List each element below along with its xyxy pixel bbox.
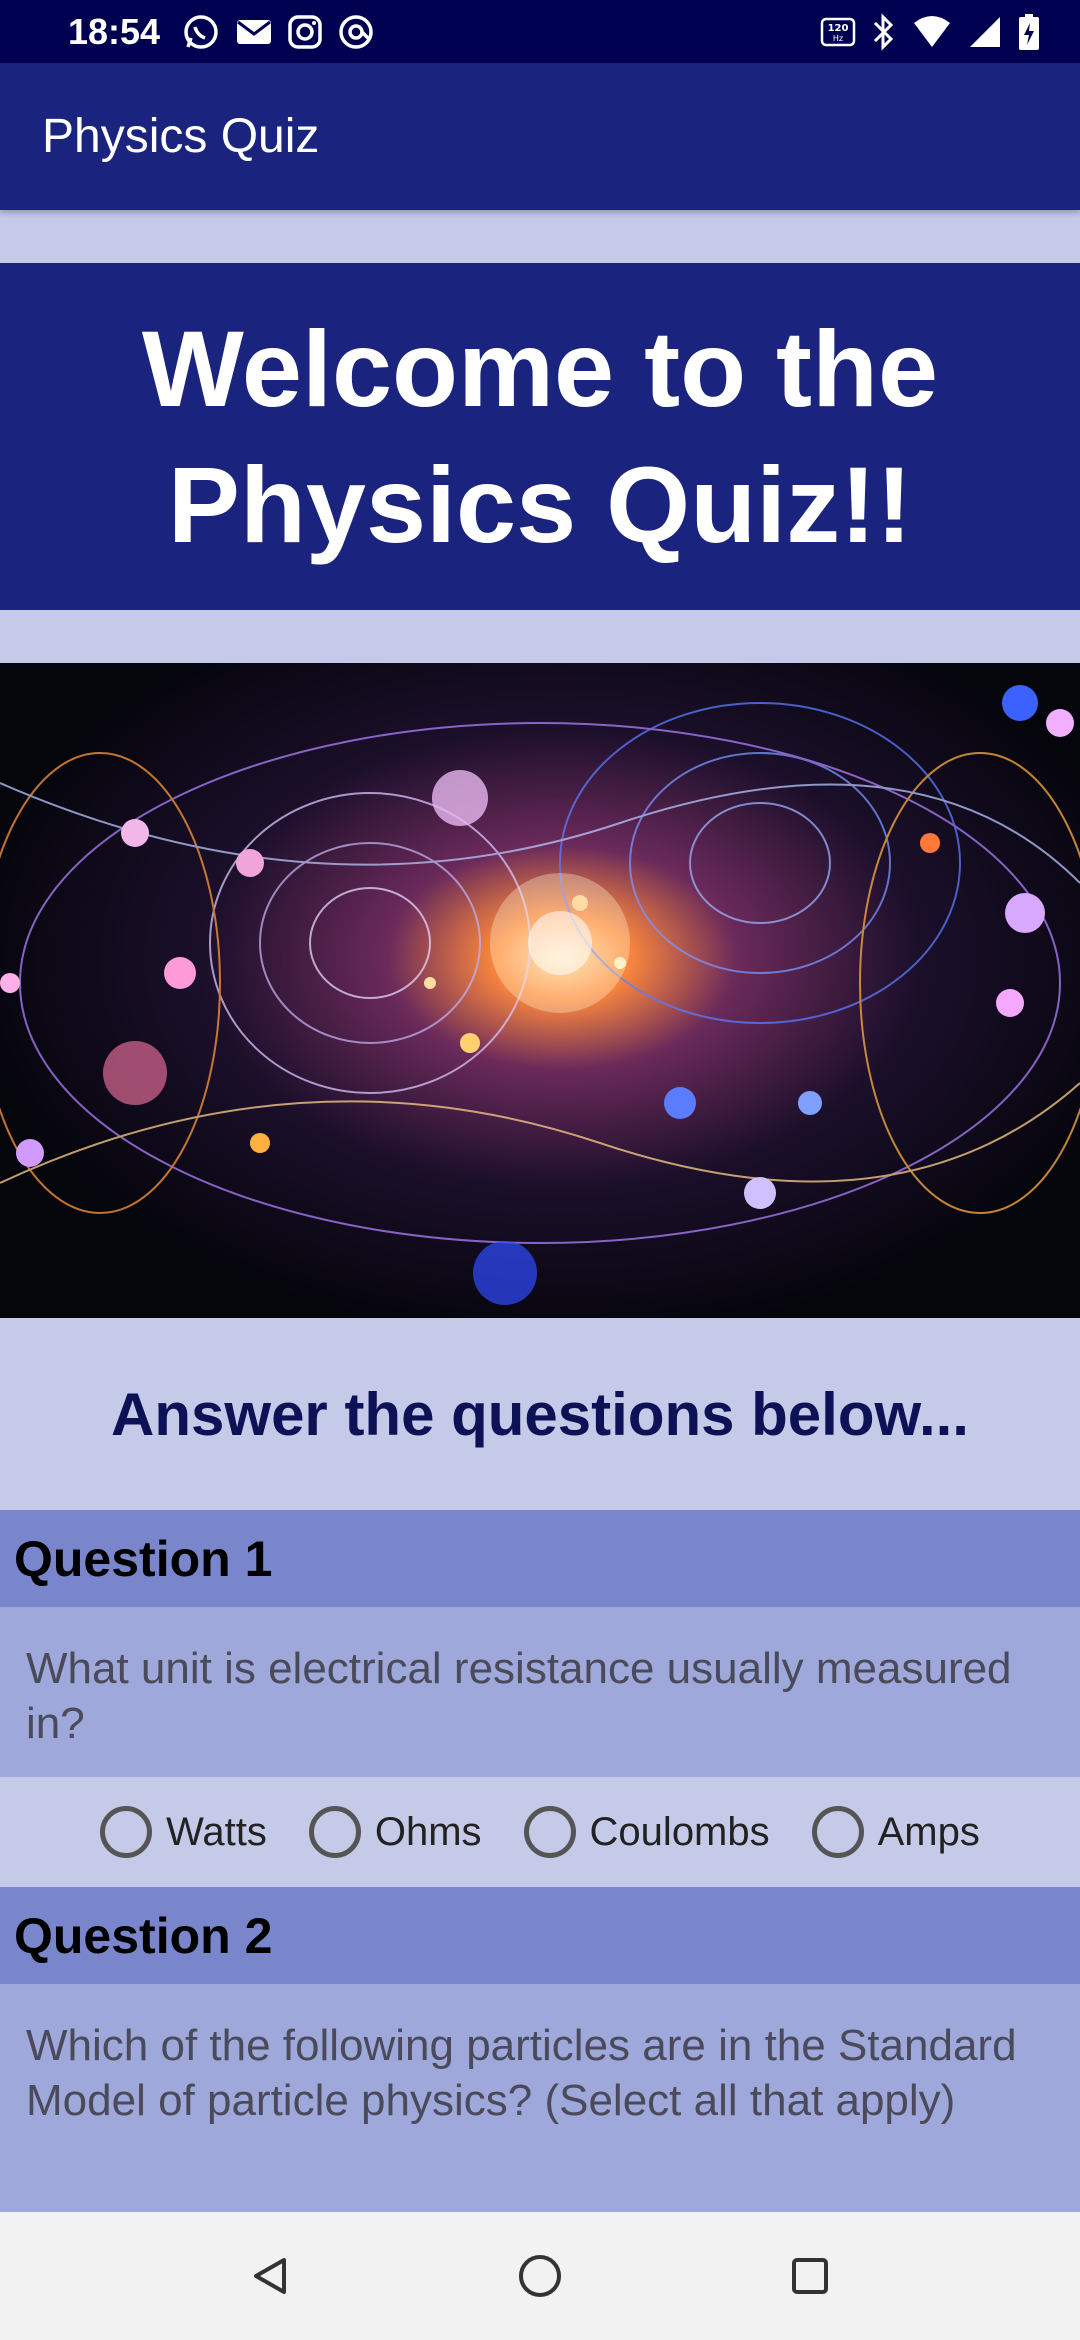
status-time: 18:54: [68, 10, 161, 52]
question-1-header: Question 1: [0, 1510, 1080, 1607]
status-right: 120 Hz: [820, 12, 1040, 51]
option-amps[interactable]: Amps: [811, 1806, 980, 1858]
option-watts-label: Watts: [166, 1809, 267, 1854]
option-coulombs-label: Coulombs: [589, 1809, 770, 1854]
radio-watts[interactable]: [100, 1806, 153, 1858]
app-title: Physics Quiz: [42, 110, 320, 163]
radio-ohms[interactable]: [308, 1806, 361, 1858]
question-1-text: What unit is electrical resistance usual…: [0, 1607, 1080, 1777]
status-bar: 18:54 120 Hz: [0, 0, 1080, 63]
refresh-rate-120hz-icon: 120 Hz: [820, 15, 856, 49]
svg-text:120: 120: [828, 23, 849, 34]
welcome-banner: Welcome to the Physics Quiz!!: [0, 263, 1080, 610]
instagram-icon: [288, 14, 322, 49]
welcome-title: Welcome to the Physics Quiz!!: [141, 307, 939, 565]
option-watts[interactable]: Watts: [100, 1806, 267, 1858]
bluetooth-icon: [872, 12, 896, 51]
system-nav-bar: [0, 2212, 1080, 2340]
question-1-options: Watts Ohms Coulombs Amps: [0, 1777, 1080, 1887]
mail-icon: [236, 17, 272, 47]
home-icon: [519, 2255, 561, 2297]
radio-amps[interactable]: [811, 1806, 864, 1858]
question-2-text: Which of the following particles are in …: [0, 1984, 1080, 2212]
hero-image: [0, 663, 1080, 1318]
back-button[interactable]: [240, 2246, 300, 2306]
option-coulombs[interactable]: Coulombs: [523, 1806, 770, 1858]
sync-icon: [338, 14, 374, 50]
instruction-text: Answer the questions below...: [111, 1380, 969, 1448]
option-ohms[interactable]: Ohms: [308, 1806, 482, 1858]
status-left: 18:54: [68, 11, 374, 53]
signal-icon: [968, 15, 1002, 49]
radio-coulombs[interactable]: [523, 1806, 576, 1858]
recents-icon: [792, 2258, 828, 2294]
option-amps-label: Amps: [877, 1809, 980, 1854]
back-icon: [254, 2258, 286, 2294]
question-2-header: Question 2: [0, 1887, 1080, 1984]
particle-physics-illustration: [0, 685, 1080, 1305]
option-ohms-label: Ohms: [374, 1809, 482, 1854]
battery-charging-icon: [1018, 13, 1040, 51]
wifi-icon: [912, 15, 952, 49]
app-bar: Physics Quiz: [0, 63, 1080, 210]
whatsapp-icon: [182, 13, 220, 51]
home-button[interactable]: [510, 2246, 570, 2306]
recents-button[interactable]: [780, 2246, 840, 2306]
svg-text:Hz: Hz: [833, 34, 843, 43]
